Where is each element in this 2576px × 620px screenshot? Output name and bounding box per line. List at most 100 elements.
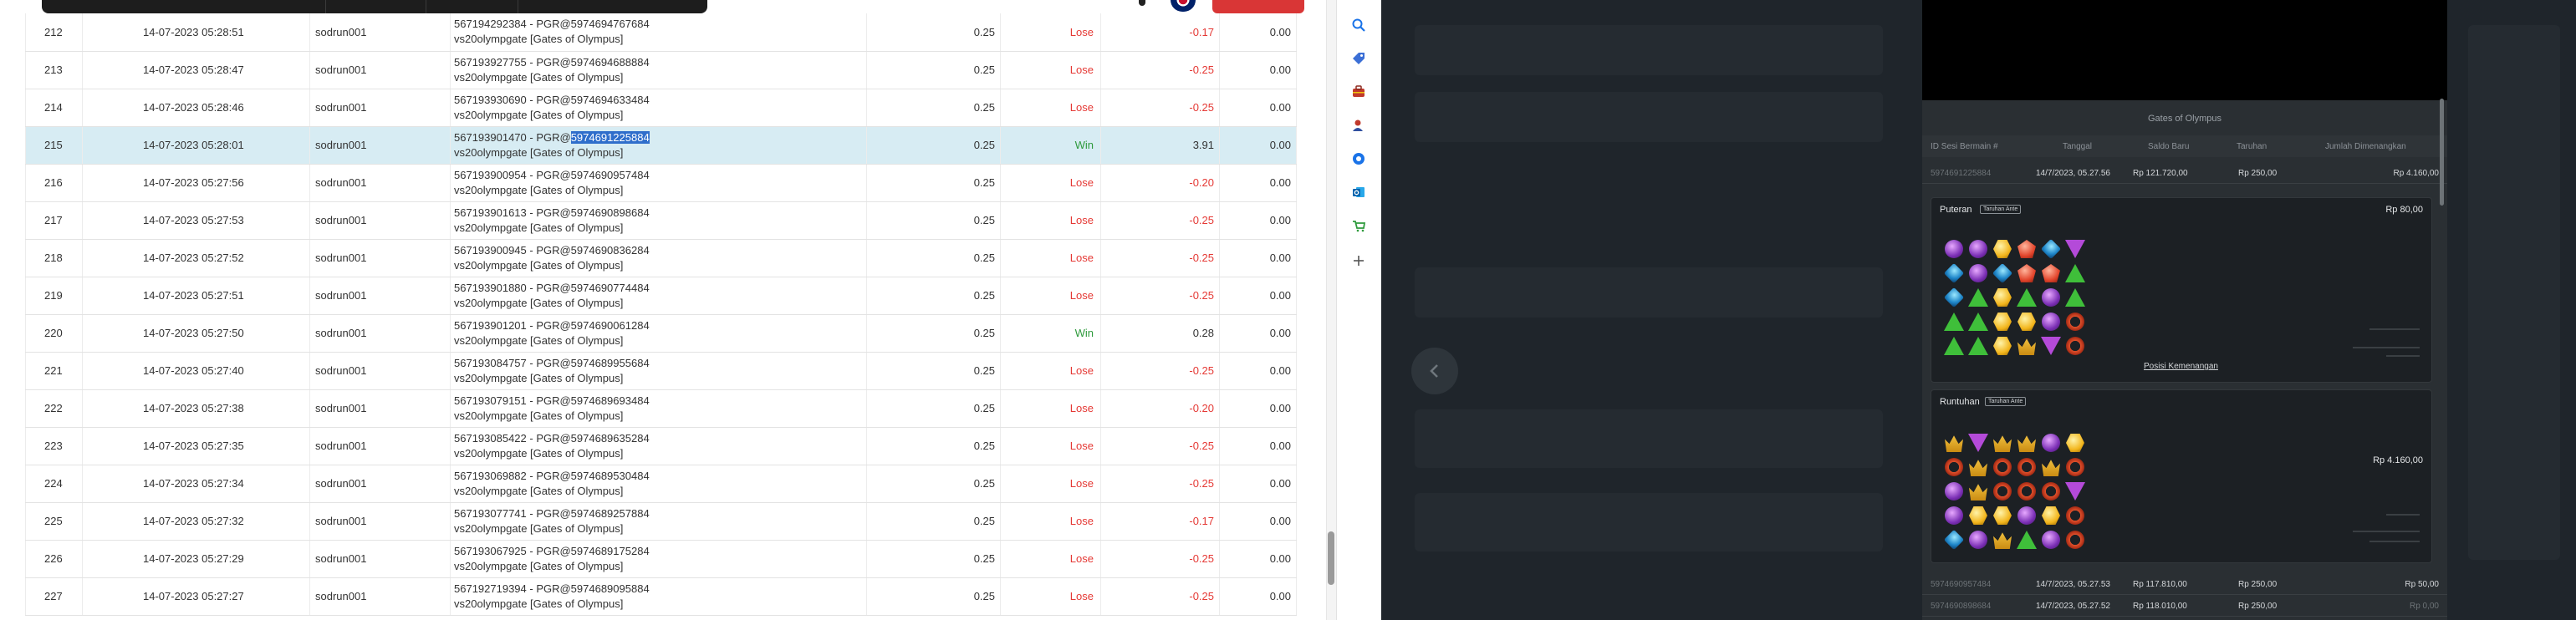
- slot-symbol-icon: [2042, 264, 2060, 282]
- slot-symbol-icon: [2017, 506, 2036, 525]
- table-row[interactable]: 222 14-07-2023 05:27:38 sodrun001 567193079…: [25, 389, 1297, 428]
- background-card: [2468, 25, 2560, 560]
- user-icon[interactable]: [1139, 0, 1145, 6]
- desc-id: 567193084757 - PGR@5974689955684: [454, 356, 650, 369]
- row-number: 226: [25, 540, 83, 578]
- cart-icon[interactable]: [1349, 216, 1369, 236]
- background-card: [1415, 92, 1883, 142]
- briefcase-icon[interactable]: [1349, 82, 1369, 102]
- row-description: 567193901470 - PGR@5974691225884 vs20olym…: [450, 126, 867, 165]
- desc-game: vs20olympgate [Gates of Olympus]: [454, 597, 624, 610]
- slot-symbol-icon: [1992, 262, 2013, 284]
- table-row[interactable]: 223 14-07-2023 05:27:35 sodrun001 567193085…: [25, 427, 1297, 465]
- desc-id: 567193901880 - PGR@5974690774484: [454, 281, 650, 294]
- row-winloss: -0.25: [1100, 577, 1220, 616]
- slot-symbol-icon: [1993, 506, 2012, 525]
- desc-id: 567193077741 - PGR@5974689257884: [454, 506, 650, 520]
- table-row[interactable]: 215 14-07-2023 05:28:01 sodrun001 567193901…: [25, 126, 1297, 165]
- table-row[interactable]: 225 14-07-2023 05:27:32 sodrun001 567193077…: [25, 502, 1297, 541]
- extension-icon[interactable]: [1349, 149, 1369, 169]
- row-winloss: -0.25: [1100, 352, 1220, 390]
- popup-scrollbar[interactable]: [2440, 99, 2444, 206]
- nav-segment[interactable]: [426, 0, 518, 13]
- slot-symbol-icon: [1993, 532, 2012, 549]
- row-number: 217: [25, 201, 83, 240]
- outlook-icon[interactable]: [1349, 182, 1369, 202]
- desc-game: vs20olympgate [Gates of Olympus]: [454, 33, 624, 46]
- add-icon[interactable]: [1349, 251, 1369, 271]
- language-flag-icon[interactable]: [1171, 0, 1196, 12]
- row-date: 14-07-2023 05:27:51: [82, 277, 310, 315]
- background-card: [1415, 493, 1883, 551]
- row-date: 14-07-2023 05:27:53: [82, 201, 310, 240]
- row-date: 14-07-2023 05:27:40: [82, 352, 310, 390]
- row-number: 216: [25, 164, 83, 202]
- desc-id: 567193067925 - PGR@5974689175284: [454, 544, 650, 557]
- row-date: 14/7/2023, 05.27.56: [2036, 169, 2110, 178]
- table-row[interactable]: 220 14-07-2023 05:27:50 sodrun001 567193901…: [25, 314, 1297, 353]
- table-row[interactable]: 213 14-07-2023 05:28:47 sodrun001 567193927…: [25, 51, 1297, 89]
- row-username: sodrun001: [309, 201, 451, 240]
- selected-text[interactable]: 5974691225884: [570, 130, 650, 144]
- row-description: 567193901880 - PGR@5974690774484 vs20olym…: [450, 277, 867, 315]
- col-date: Tanggal: [2063, 142, 2093, 151]
- table-row[interactable]: 227 14-07-2023 05:27:27 sodrun001 567192719…: [25, 577, 1297, 616]
- slot-symbol-icon: [2042, 531, 2060, 549]
- history-row[interactable]: 5974690957484 14/7/2023, 05.27.53 Rp 117…: [1922, 573, 2447, 595]
- slot-symbol-icon: [2017, 338, 2036, 355]
- tag-icon[interactable]: [1349, 48, 1369, 69]
- background-card: [1415, 25, 1883, 75]
- row-balance: Rp 121.720,00: [2133, 169, 2188, 178]
- spin-amount: Rp 80,00: [2385, 205, 2423, 215]
- slot-symbol-icon: [1993, 482, 2012, 501]
- nav-segment[interactable]: [42, 0, 326, 13]
- table-row[interactable]: 216 14-07-2023 05:27:56 sodrun001 567193900…: [25, 164, 1297, 202]
- table-row[interactable]: 212 14-07-2023 05:28:51 sodrun001 567194292…: [25, 13, 1297, 52]
- row-description: 567193067925 - PGR@5974689175284 vs20olym…: [450, 540, 867, 578]
- person-icon[interactable]: [1349, 115, 1369, 135]
- tumble-details: Runtuhan Taruhan Ante Rp 4.160,00: [1931, 389, 2432, 563]
- row-date: 14-07-2023 05:27:34: [82, 465, 310, 503]
- row-number: 219: [25, 277, 83, 315]
- nav-segment[interactable]: [326, 0, 426, 13]
- slot-symbol-icon: [1945, 482, 1963, 501]
- slot-symbol-icon: [1945, 506, 1963, 525]
- previous-arrow-button[interactable]: [1411, 348, 1458, 394]
- table-row[interactable]: 224 14-07-2023 05:27:34 sodrun001 567193069…: [25, 465, 1297, 503]
- desc-game: vs20olympgate [Gates of Olympus]: [454, 258, 624, 272]
- row-bet: 0.25: [866, 427, 1001, 465]
- slot-symbol-icon: [2065, 264, 2085, 282]
- row-result: Lose: [1000, 502, 1101, 541]
- slot-symbol-icon: [2042, 434, 2060, 452]
- row-description: 567193901201 - PGR@5974690061284 vs20olym…: [450, 314, 867, 353]
- row-balance: Rp 118.010,00: [2133, 602, 2187, 611]
- table-row[interactable]: 214 14-07-2023 05:28:46 sodrun001 567193930…: [25, 89, 1297, 127]
- table-row[interactable]: 226 14-07-2023 05:27:29 sodrun001 567193067…: [25, 540, 1297, 578]
- tumble-amount: Rp 4.160,00: [2373, 455, 2423, 465]
- nav-segment[interactable]: [518, 0, 707, 13]
- row-date: 14/7/2023, 05.27.52: [2036, 602, 2110, 611]
- row-result: Lose: [1000, 577, 1101, 616]
- table-row[interactable]: 217 14-07-2023 05:27:53 sodrun001 567193901…: [25, 201, 1297, 240]
- row-number: 213: [25, 51, 83, 89]
- row-balance: 0.00: [1219, 239, 1297, 277]
- winning-position-link[interactable]: Posisi Kemenangan: [2144, 362, 2218, 371]
- side-line: [2353, 347, 2420, 348]
- table-row[interactable]: 221 14-07-2023 05:27:40 sodrun001 567193084…: [25, 352, 1297, 390]
- search-icon[interactable]: [1349, 15, 1369, 35]
- row-winloss: -0.25: [1100, 201, 1220, 240]
- scrollbar-thumb[interactable]: [1328, 531, 1334, 585]
- scrollbar[interactable]: [1326, 0, 1336, 620]
- row-number: 227: [25, 577, 83, 616]
- side-line: [2386, 514, 2420, 516]
- row-number: 220: [25, 314, 83, 353]
- history-row[interactable]: 5974690898684 14/7/2023, 05.27.52 Rp 118…: [1922, 595, 2447, 617]
- logout-button[interactable]: [1212, 0, 1304, 13]
- desc-id-prefix: 567193901470 - PGR@: [454, 130, 571, 144]
- desc-game: vs20olympgate [Gates of Olympus]: [454, 221, 624, 234]
- table-row[interactable]: 218 14-07-2023 05:27:52 sodrun001 567193900…: [25, 239, 1297, 277]
- slot-symbol-icon: [2017, 288, 2037, 307]
- table-row[interactable]: 219 14-07-2023 05:27:51 sodrun001 567193901…: [25, 277, 1297, 315]
- history-row[interactable]: 5974691225884 14/7/2023, 05.27.56 Rp 121…: [1922, 162, 2447, 184]
- slot-symbol-icon: [2066, 337, 2084, 355]
